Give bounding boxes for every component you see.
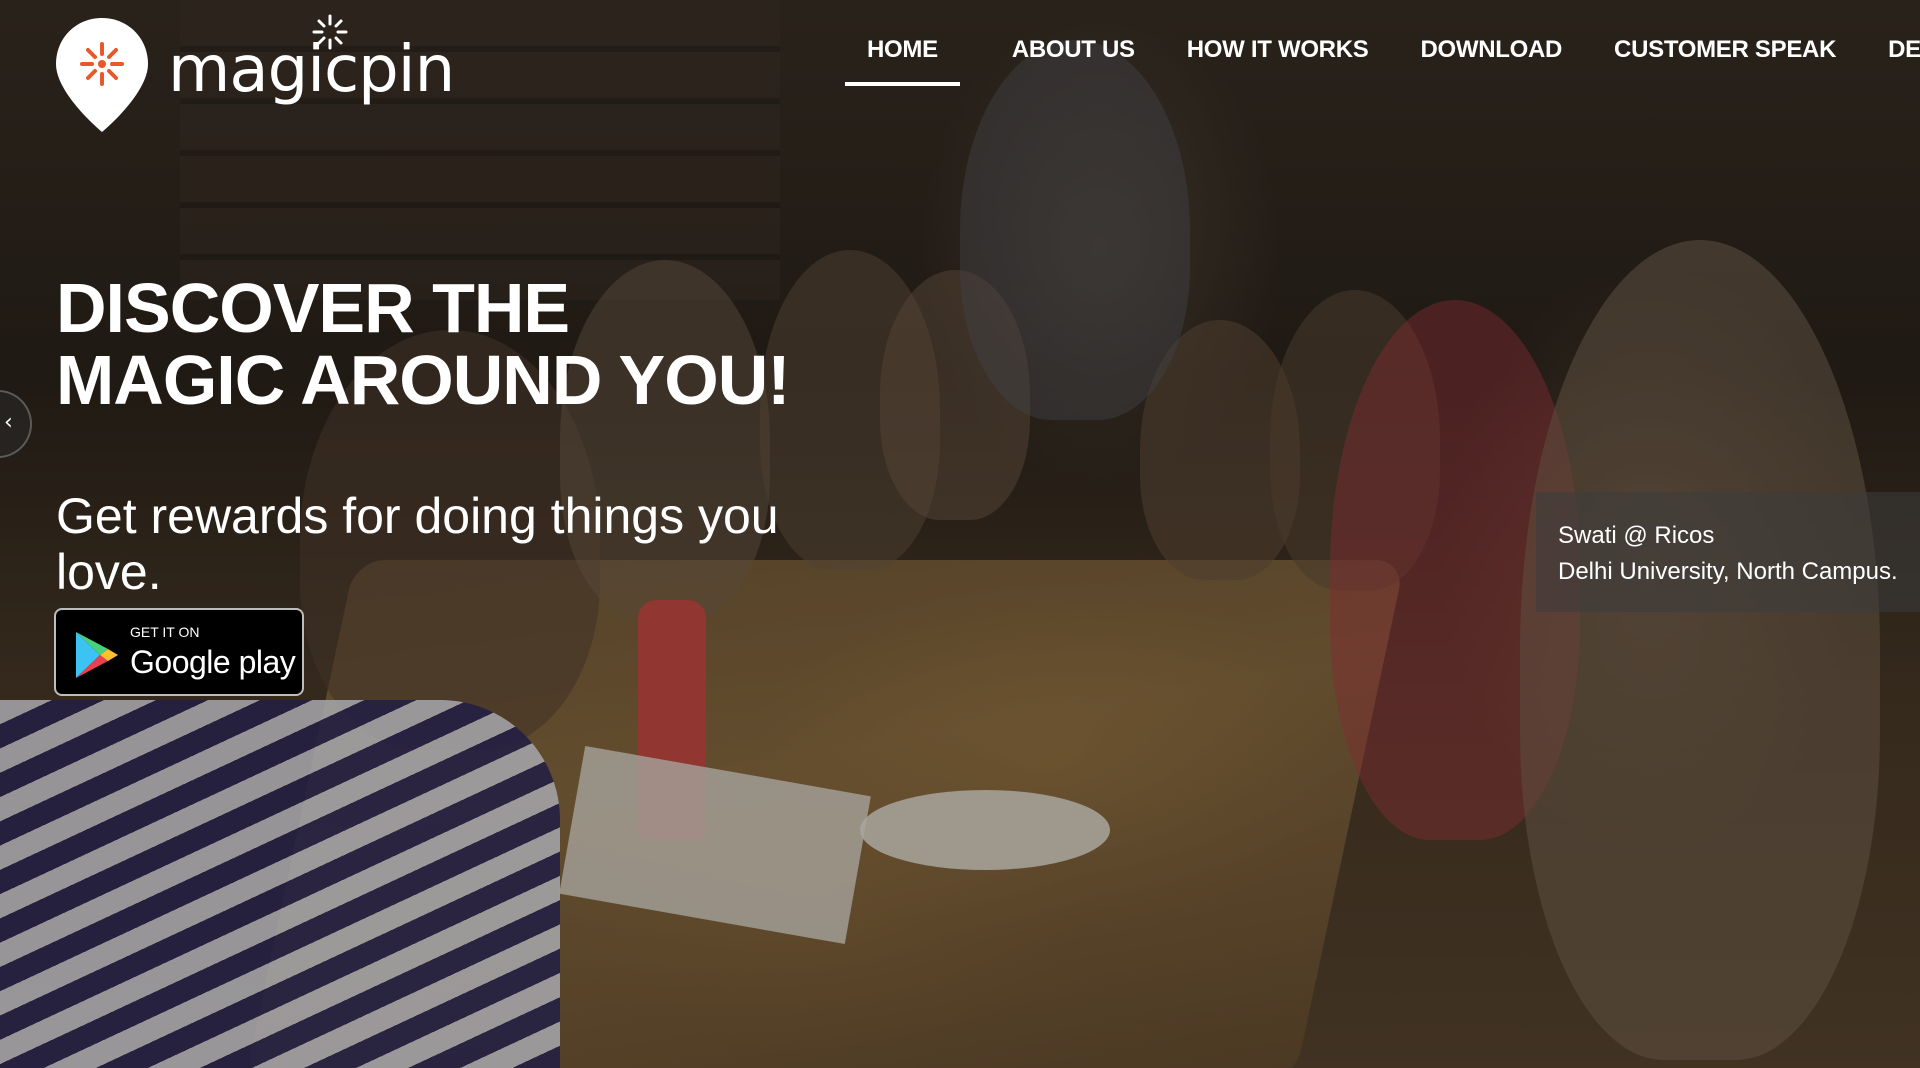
chevron-left-icon: ‹ [4, 410, 13, 435]
headline-line-2: MAGIC AROUND YOU! [56, 341, 791, 419]
nav-about-us[interactable]: ABOUT US [1012, 36, 1135, 86]
nav-home[interactable]: HOME [845, 36, 960, 86]
nav-customer-speak[interactable]: CUSTOMER SPEAK [1614, 36, 1836, 86]
hero-banner: magicpin HOME ABOUT US HOW IT WORKS DOWN… [0, 0, 1920, 1068]
photo-caption: Swati @ Ricos Delhi University, North Ca… [1536, 492, 1920, 612]
store-badge-small-text: GET IT ON [130, 624, 200, 640]
google-play-button[interactable]: GET IT ON Google play [54, 608, 304, 696]
store-badge-big-text: Google play [130, 644, 296, 680]
slider-prev-button[interactable]: ‹ [0, 390, 32, 458]
headline-line-1: DISCOVER THE [56, 269, 570, 347]
nav-download[interactable]: DOWNLOAD [1420, 36, 1562, 86]
magicpin-logo[interactable]: magicpin [54, 14, 455, 134]
google-play-icon [74, 630, 120, 680]
caption-line-1: Swati @ Ricos [1558, 522, 1715, 549]
caption-line-2: Delhi University, North Campus. [1558, 558, 1898, 585]
map-pin-icon [54, 16, 150, 134]
hero-subline: Get rewards for doing things you love. [56, 488, 779, 600]
nav-deals[interactable]: DEAL [1888, 36, 1920, 86]
nav-how-it-works[interactable]: HOW IT WORKS [1187, 36, 1369, 86]
main-nav: HOME ABOUT US HOW IT WORKS DOWNLOAD CUST… [845, 36, 1920, 86]
sparkle-icon [312, 14, 348, 50]
hero-headline: DISCOVER THE MAGIC AROUND YOU! [56, 269, 791, 419]
